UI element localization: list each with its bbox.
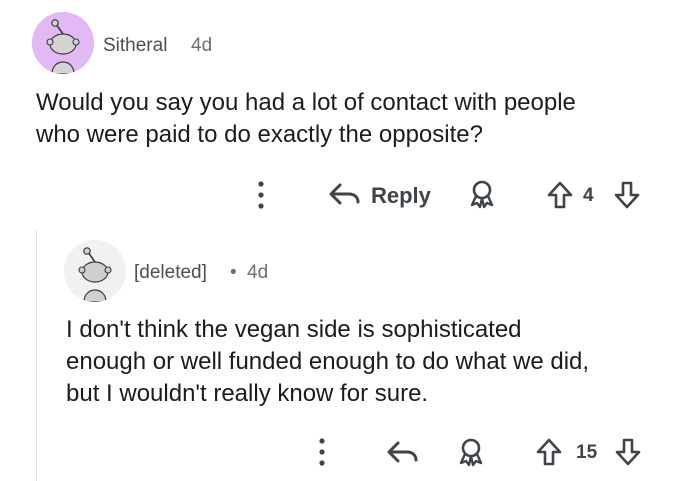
avatar [64,240,126,302]
snoo-avatar-icon [32,12,94,74]
comment-body-line: but I wouldn't really know for sure. [66,380,429,407]
comment-author[interactable]: Sitheral [103,35,167,57]
comment-body-line: who were paid to do exactly the opposite… [36,121,483,148]
reply-arrow-icon[interactable] [385,439,419,465]
comment-age: 4d [191,35,213,56]
vote-score: 15 [576,442,598,463]
downvote-icon[interactable] [613,180,641,210]
more-vertical-icon[interactable] [255,180,267,210]
upvote-icon[interactable] [535,437,563,467]
avatar[interactable] [32,12,94,74]
reply-label: Reply [371,183,431,208]
snoo-avatar-icon [64,240,126,302]
award-icon[interactable] [467,179,497,209]
comment-body-line: I don't think the vegan side is sophisti… [66,316,522,343]
award-icon[interactable] [456,437,486,467]
meta-separator: • [230,262,237,283]
comment-body-line: enough or well funded enough to do what … [66,348,590,375]
comment-age: 4d [247,262,269,283]
downvote-icon[interactable] [614,437,642,467]
comment-body: Would you say you had a lot of contact w… [36,87,576,151]
reply-arrow-icon [327,181,361,207]
comment-body-line: Would you say you had a lot of contact w… [36,89,576,116]
thread-line[interactable] [36,230,37,481]
comment-body: I don't think the vegan side is sophisti… [66,314,589,410]
vote-score: 4 [583,185,594,206]
upvote-icon[interactable] [546,180,574,210]
more-vertical-icon[interactable] [316,437,328,467]
comment-author: [deleted] [134,262,207,283]
